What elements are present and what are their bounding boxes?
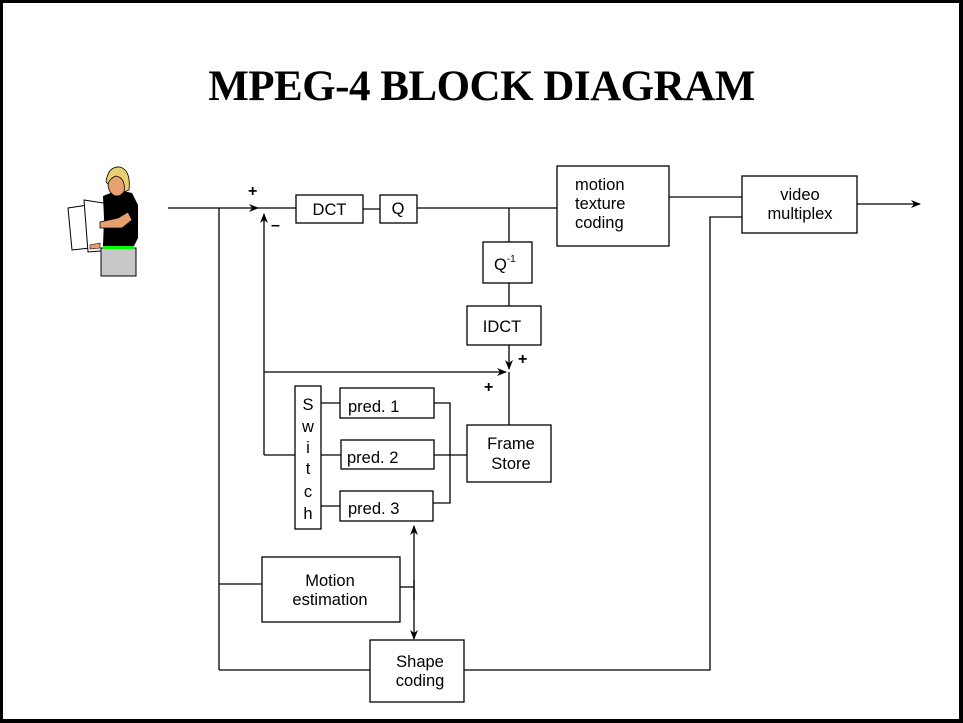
switch-letter: c — [304, 483, 312, 501]
switch-letter: t — [306, 460, 311, 478]
mtc-label-3: coding — [575, 214, 624, 232]
mtc-label-1: motion — [575, 176, 625, 194]
recon-plus-left-sign: + — [484, 379, 493, 396]
frame-store-block[interactable] — [466, 424, 552, 483]
block-diagram: + – DCT Q Q-1 IDCT + + motion texture co… — [67, 165, 921, 703]
idct-label: IDCT — [483, 318, 522, 336]
input-plus-sign: + — [248, 183, 257, 200]
skirt — [100, 247, 137, 277]
mux-label-1: video — [780, 186, 819, 204]
mtc-label-2: texture — [575, 195, 625, 213]
q-label: Q — [392, 200, 405, 218]
presenter-clipart — [67, 166, 138, 277]
shape-coding-block[interactable] — [369, 639, 465, 703]
framestore-label-1: Frame — [487, 435, 535, 453]
me-label-1: Motion — [305, 572, 355, 590]
shape-label-2: coding — [396, 672, 445, 690]
mux-label-2: multiplex — [767, 205, 833, 223]
recon-plus-top-sign: + — [518, 351, 527, 368]
me-label-2: estimation — [292, 591, 367, 609]
input-minus-sign: – — [271, 217, 280, 234]
switch-letter: w — [301, 418, 314, 436]
switch-letter: i — [306, 439, 310, 457]
pred3-label: pred. 3 — [348, 500, 399, 518]
dct-label: DCT — [313, 201, 347, 219]
pred-bus-line — [433, 402, 451, 504]
pred1-label: pred. 1 — [348, 398, 399, 416]
switch-letter: S — [302, 396, 313, 414]
switch-letter: h — [303, 505, 312, 523]
shape-label-1: Shape — [396, 653, 444, 671]
framestore-label-2: Store — [491, 455, 530, 473]
pred2-label: pred. 2 — [347, 449, 398, 467]
